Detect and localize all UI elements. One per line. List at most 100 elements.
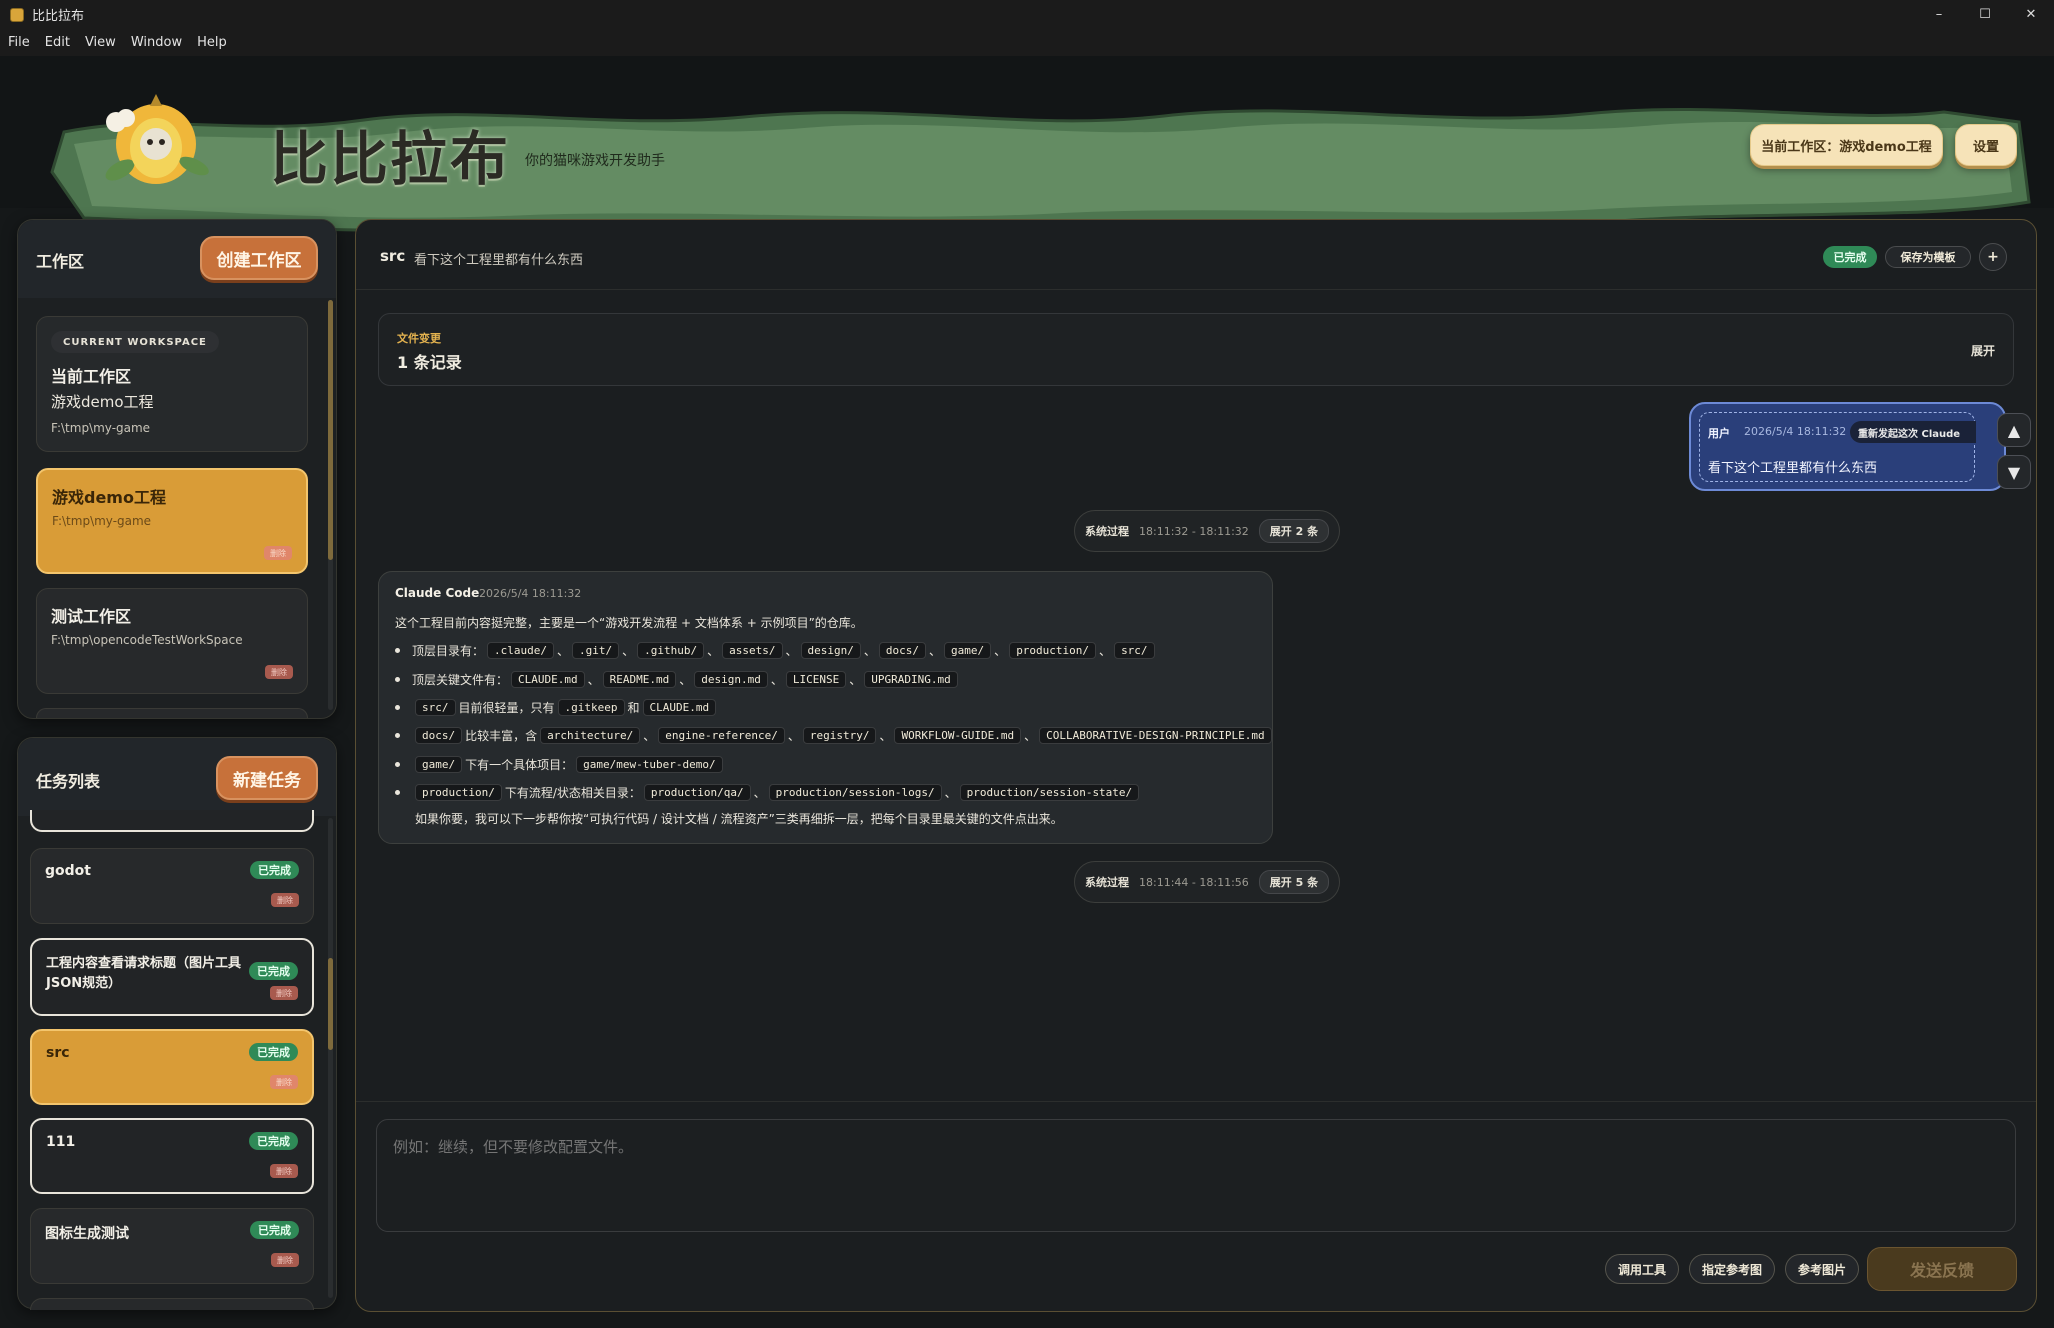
- code-span: architecture/: [540, 727, 641, 744]
- code-span: production/: [415, 784, 502, 801]
- workspace-item[interactable]: 游戏demo工程 F:\tmp\my-game 删除: [36, 468, 308, 574]
- file-changes-card: 文件变更 1 条记录 展开: [378, 313, 2014, 386]
- code-span: WORKFLOW-GUIDE.md: [894, 727, 1022, 744]
- code-span: game/mew-tuber-demo/: [576, 756, 723, 773]
- task-item-name: 111: [46, 1134, 76, 1150]
- task-item[interactable]: 工程内容查看请求标题（图片工具JSON规范） 已完成 删除: [30, 938, 314, 1016]
- reference-image-button[interactable]: 参考图片: [1785, 1254, 1859, 1284]
- maximize-button[interactable]: ☐: [1962, 0, 2008, 29]
- menu-file[interactable]: File: [8, 35, 30, 50]
- bullet-text: 顶层目录有：: [412, 644, 485, 658]
- bullet-dot: [395, 733, 400, 738]
- claude-bullet: src/ 目前很轻量，只有 .gitkeep 和 CLAUDE.md: [395, 699, 719, 716]
- file-changes-expand-button[interactable]: 展开: [1971, 342, 1995, 359]
- system-process-expand-button[interactable]: 展开 2 条: [1258, 519, 1330, 543]
- current-workspace-card: CURRENT WORKSPACE 当前工作区 游戏demo工程 F:\tmp\…: [36, 316, 308, 452]
- task-status-badge: 已完成: [249, 1132, 298, 1150]
- user-role: 用户: [1708, 427, 1730, 440]
- system-process-label: 系统过程: [1085, 525, 1129, 538]
- task-scrollbar[interactable]: [328, 818, 333, 1298]
- window-title: 比比拉布: [32, 9, 85, 24]
- delete-workspace-button[interactable]: 删除: [264, 546, 292, 560]
- task-item-name: 图标生成测试: [45, 1226, 129, 1242]
- menu-help[interactable]: Help: [197, 35, 227, 50]
- code-span: .gitkeep: [557, 699, 625, 716]
- task-item[interactable]: 图标生成测试 已完成 删除: [30, 1208, 314, 1284]
- task-description: 看下这个工程里都有什么东西: [414, 253, 584, 268]
- resend-claude-button[interactable]: 重新发起这次 Claude: [1850, 421, 1976, 443]
- feedback-input[interactable]: [376, 1119, 2016, 1232]
- code-span: COLLABORATIVE-DESIGN-PRINCIPLE.md: [1039, 727, 1272, 744]
- brand-title: 比比拉布: [270, 125, 511, 193]
- delete-task-button[interactable]: 删除: [271, 1253, 299, 1267]
- code-span: CLAUDE.md: [511, 671, 585, 688]
- delete-task-button[interactable]: 删除: [271, 893, 299, 907]
- workspace-item[interactable]: 测试工作区 F:\tmp\opencodeTestWorkSpace 删除: [36, 588, 308, 694]
- code-span: .github/: [637, 642, 705, 659]
- user-message-time: 2026/5/4 18:11:32: [1744, 425, 1847, 438]
- task-scroll-thumb[interactable]: [328, 958, 333, 1050]
- bullet-text: 比较丰富，含: [465, 729, 538, 743]
- menu-edit[interactable]: Edit: [45, 35, 70, 50]
- new-task-button[interactable]: 新建任务: [216, 756, 318, 800]
- workspace-scrollbar[interactable]: [328, 300, 333, 710]
- create-workspace-button[interactable]: 创建工作区: [200, 236, 318, 280]
- bullet-text: 目前很轻量，只有: [458, 701, 555, 715]
- system-process-pill: 系统过程 18:11:32 - 18:11:32 展开 2 条: [1074, 510, 1341, 552]
- code-span: production/qa/: [643, 784, 751, 801]
- save-template-button[interactable]: 保存为模板: [1885, 246, 1971, 268]
- workspace-item-name: 测试工作区: [51, 607, 132, 626]
- claude-bullet: docs/ 比较丰富，含 architecture/、 engine-refer…: [395, 727, 1275, 744]
- system-process-label: 系统过程: [1085, 876, 1129, 889]
- current-workspace-path: F:\tmp\my-game: [51, 421, 151, 435]
- delete-task-button[interactable]: 删除: [270, 986, 298, 1000]
- menu-window[interactable]: Window: [131, 35, 182, 50]
- settings-button[interactable]: 设置: [1955, 124, 2017, 166]
- arrow-up-icon[interactable]: ▲: [1997, 413, 2031, 447]
- workspace-scroll-thumb[interactable]: [328, 300, 333, 560]
- code-span: registry/: [802, 727, 877, 744]
- window-controls: – ☐ ✕: [1916, 0, 2054, 29]
- user-message-inner: 用户 2026/5/4 18:11:32 重新发起这次 Claude 看下这个工…: [1699, 412, 1976, 482]
- task-item[interactable]: 111 已完成 删除: [30, 1118, 314, 1194]
- delete-task-button[interactable]: 删除: [270, 1164, 298, 1178]
- current-workspace-button[interactable]: 当前工作区：游戏demo工程: [1750, 124, 1943, 166]
- task-item[interactable]: godot 已完成 删除: [30, 848, 314, 924]
- current-workspace-badge: CURRENT WORKSPACE: [51, 331, 219, 353]
- task-panel: 任务列表 新建任务 godot 已完成 删除 工程内容查看请求标题（图片工具JS…: [17, 737, 337, 1310]
- brand-tagline: 你的猫咪游戏开发助手: [525, 153, 665, 169]
- add-button[interactable]: +: [1979, 243, 2007, 271]
- app-icon: [10, 7, 24, 22]
- call-tool-button[interactable]: 调用工具: [1605, 1254, 1679, 1284]
- send-feedback-button[interactable]: 发送反馈: [1867, 1247, 2017, 1291]
- task-item[interactable]: src 已完成 删除: [30, 1029, 314, 1105]
- composer-divider: [356, 1101, 2036, 1102]
- workspace-panel-header: 工作区 创建工作区: [18, 220, 336, 298]
- claude-bullet: 顶层关键文件有： CLAUDE.md、 README.md、 design.md…: [395, 671, 961, 688]
- claude-outro: 如果你要，我可以下一步帮你按“可执行代码 / 设计文档 / 流程资产”三类再细拆…: [415, 812, 1063, 826]
- claude-bullet: game/ 下有一个具体项目： game/mew-tuber-demo/: [395, 756, 726, 773]
- code-span: design/: [800, 642, 861, 659]
- delete-workspace-button[interactable]: 删除: [265, 665, 293, 679]
- code-span: design.md: [694, 671, 768, 688]
- close-button[interactable]: ✕: [2008, 0, 2054, 29]
- claude-bullet: production/ 下有流程/状态相关目录： production/qa/、…: [395, 784, 1142, 801]
- system-process-expand-button[interactable]: 展开 5 条: [1258, 870, 1330, 894]
- workspace-panel-title: 工作区: [36, 252, 85, 271]
- workspace-item-partial: [36, 708, 308, 718]
- bullet-dot: [395, 762, 400, 767]
- app-window: 比比拉布 – ☐ ✕ File Edit View Window Help 当前…: [0, 0, 2054, 1328]
- current-workspace-heading: 当前工作区: [51, 367, 132, 386]
- set-reference-image-button[interactable]: 指定参考图: [1689, 1254, 1775, 1284]
- code-span: CLAUDE.md: [642, 699, 717, 716]
- title-bar: 比比拉布 – ☐ ✕: [0, 0, 2054, 29]
- bullet-text: 下有一个具体项目：: [465, 758, 574, 772]
- code-span: UPGRADING.md: [864, 671, 958, 688]
- menu-view[interactable]: View: [85, 35, 116, 50]
- task-item-name: src: [46, 1045, 70, 1061]
- arrow-down-icon[interactable]: ▼: [1997, 455, 2031, 489]
- delete-task-button[interactable]: 删除: [270, 1075, 298, 1089]
- minimize-button[interactable]: –: [1916, 0, 1962, 29]
- task-status-badge: 已完成: [250, 1221, 299, 1239]
- conversation-panel: src 看下这个工程里都有什么东西 已完成 保存为模板 + 文件变更 1 条记录…: [355, 219, 2037, 1312]
